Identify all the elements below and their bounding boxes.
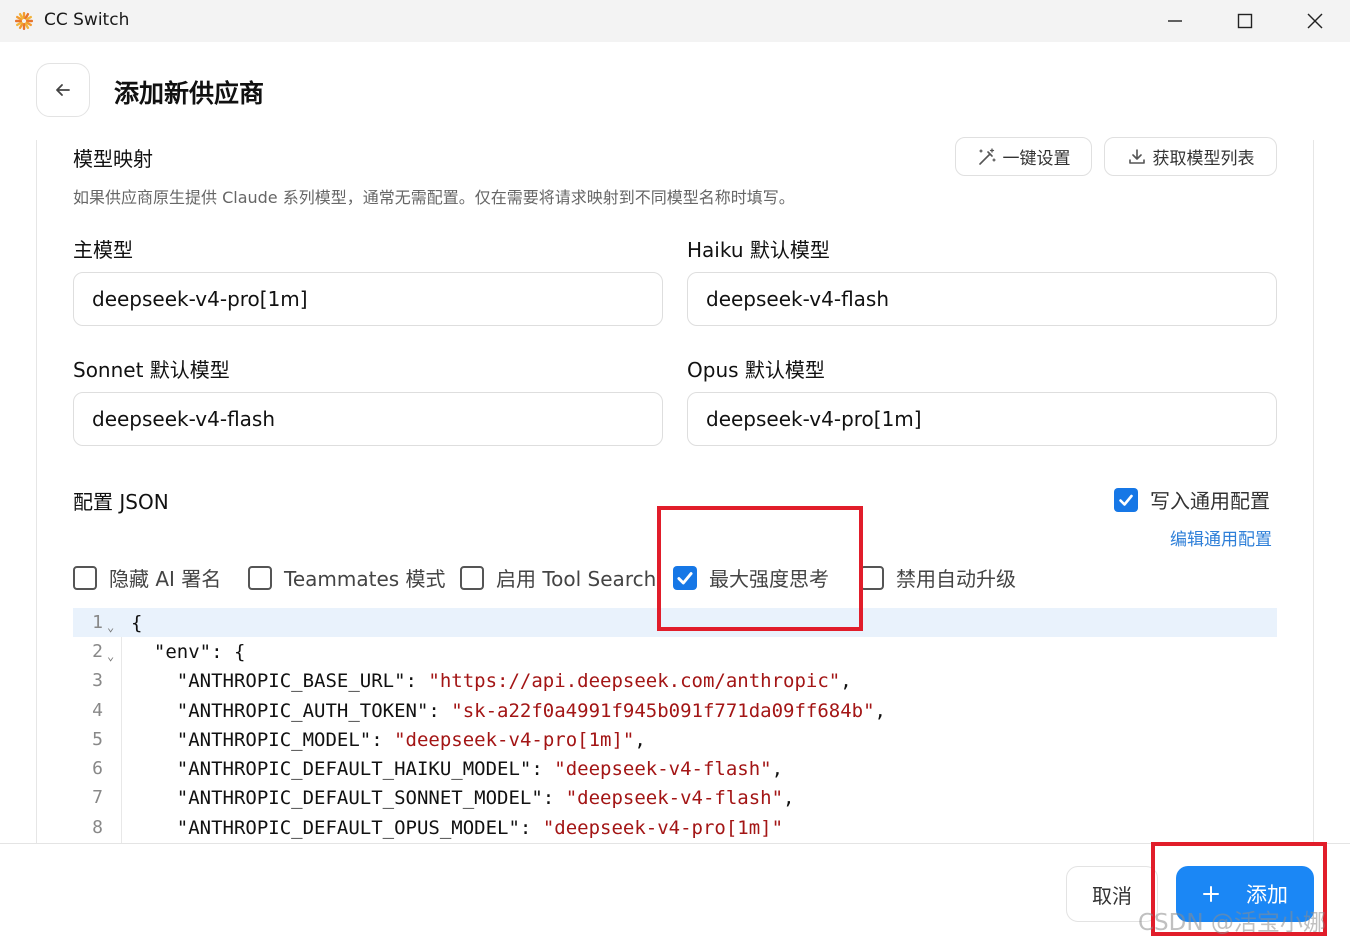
write-common-checkbox[interactable]: [1114, 487, 1138, 512]
code-line: 4 "ANTHROPIC_AUTH_TOKEN": "sk-a22f0a4991…: [73, 696, 1277, 725]
window-titlebar: CC Switch: [0, 0, 1350, 42]
config-json-title: 配置 JSON: [73, 490, 169, 514]
opus-model-input[interactable]: deepseek-v4-pro[1m]: [687, 392, 1277, 446]
code-string: "deepseek-v4-pro[1m]": [542, 816, 784, 839]
back-button[interactable]: [36, 63, 90, 117]
option-checkbox[interactable]: [860, 565, 884, 590]
code-line: 7 "ANTHROPIC_DEFAULT_SONNET_MODEL": "dee…: [73, 783, 1277, 812]
close-icon: [1307, 13, 1323, 29]
code-string: "sk-a22f0a4991f945b091f771da09ff684b": [451, 699, 875, 722]
code-line: 5 "ANTHROPIC_MODEL": "deepseek-v4-pro[1m…: [73, 725, 1277, 754]
line-number: 3: [92, 670, 103, 691]
close-button[interactable]: [1280, 0, 1350, 42]
code-key: "ANTHROPIC_MODEL":: [131, 728, 395, 751]
option-teammates-mode[interactable]: Teammates 模式: [248, 563, 446, 592]
code-punct: ,: [840, 669, 852, 692]
code-key: "ANTHROPIC_AUTH_TOKEN":: [131, 699, 452, 722]
highlight-box-max-thinking: [657, 506, 863, 631]
option-label: 隐藏 AI 署名: [109, 567, 222, 591]
check-icon: [1119, 494, 1133, 506]
code-line: 6 "ANTHROPIC_DEFAULT_HAIKU_MODEL": "deep…: [73, 754, 1277, 783]
window-title: CC Switch: [44, 10, 130, 30]
main-model-input[interactable]: deepseek-v4-pro[1m]: [73, 272, 663, 326]
code-key: {: [131, 611, 143, 634]
page-title: 添加新供应商: [114, 79, 265, 108]
minimize-button[interactable]: [1140, 0, 1210, 42]
line-number: 7: [92, 787, 103, 808]
option-label: Teammates 模式: [284, 567, 446, 591]
oneclick-setup-button[interactable]: 一键设置: [955, 137, 1092, 176]
option-label: 启用 Tool Search: [496, 567, 657, 591]
haiku-model-input[interactable]: deepseek-v4-flash: [687, 272, 1277, 326]
option-disable-auto-upgrade[interactable]: 禁用自动升级: [860, 563, 1016, 592]
code-line: 8 "ANTHROPIC_DEFAULT_OPUS_MODEL": "deeps…: [73, 813, 1277, 842]
json-code-editor[interactable]: 1 ⌄ { 2 ⌄ "env": { 3 "ANTHROPIC_BASE_URL…: [73, 608, 1277, 843]
line-number: 4: [92, 700, 103, 721]
sonnet-model-label: Sonnet 默认模型: [73, 358, 230, 382]
line-number: 6: [92, 758, 103, 779]
fold-chevron-icon[interactable]: ⌄: [103, 612, 121, 634]
line-number: 1: [92, 612, 103, 633]
magic-wand-icon: [978, 147, 996, 165]
page-header: 添加新供应商: [0, 42, 1350, 140]
code-punct: ,: [874, 699, 886, 722]
fetch-model-list-label: 获取模型列表: [1152, 149, 1255, 169]
fold-chevron-icon[interactable]: ⌄: [103, 641, 121, 663]
code-key: "ANTHROPIC_DEFAULT_OPUS_MODEL":: [131, 816, 543, 839]
option-enable-tool-search[interactable]: 启用 Tool Search: [460, 563, 656, 592]
line-number: 2: [92, 641, 103, 662]
edit-common-config-link[interactable]: 编辑通用配置: [1170, 525, 1272, 550]
code-punct: ,: [783, 786, 795, 809]
model-mapping-description: 如果供应商原生提供 Claude 系列模型，通常无需配置。仅在需要将请求映射到不…: [73, 188, 795, 207]
code-line: 2 ⌄ "env": {: [73, 637, 1277, 666]
code-key: "ANTHROPIC_DEFAULT_SONNET_MODEL":: [131, 786, 566, 809]
code-string: "https://api.deepseek.com/anthropic": [428, 669, 841, 692]
code-key: "ANTHROPIC_DEFAULT_HAIKU_MODEL":: [131, 757, 555, 780]
sonnet-model-input[interactable]: deepseek-v4-flash: [73, 392, 663, 446]
watermark: CSDN @活宝小娜: [1138, 910, 1326, 936]
haiku-model-label: Haiku 默认模型: [687, 238, 830, 262]
oneclick-setup-label: 一键设置: [1002, 149, 1071, 169]
maximize-button[interactable]: [1210, 0, 1280, 42]
maximize-icon: [1237, 13, 1253, 29]
minimize-icon: [1168, 20, 1182, 22]
option-checkbox[interactable]: [73, 565, 97, 590]
opus-model-label: Opus 默认模型: [687, 358, 825, 382]
code-key: "env": {: [131, 640, 246, 663]
line-number: 5: [92, 729, 103, 750]
sunburst-app-icon: [15, 12, 33, 30]
arrow-left-icon: [56, 84, 70, 96]
main-model-label: 主模型: [73, 238, 133, 262]
write-common-label: 写入通用配置: [1150, 489, 1270, 513]
download-icon: [1128, 148, 1145, 164]
option-hide-ai-signature[interactable]: 隐藏 AI 署名: [73, 563, 221, 592]
code-line: 3 "ANTHROPIC_BASE_URL": "https://api.dee…: [73, 666, 1277, 695]
option-checkbox[interactable]: [248, 565, 272, 590]
code-key: "ANTHROPIC_BASE_URL":: [131, 669, 429, 692]
fetch-model-list-button[interactable]: 获取模型列表: [1104, 137, 1277, 176]
write-common-config-toggle[interactable]: 写入通用配置: [1114, 485, 1270, 514]
code-punct: ,: [634, 728, 646, 751]
code-string: "deepseek-v4-pro[1m]": [394, 728, 635, 751]
line-number: 8: [92, 817, 103, 838]
model-mapping-title: 模型映射: [73, 147, 153, 171]
code-string: "deepseek-v4-flash": [554, 757, 772, 780]
option-label: 禁用自动升级: [896, 567, 1016, 591]
option-checkbox[interactable]: [460, 565, 484, 590]
code-punct: ,: [771, 757, 784, 780]
code-string: "deepseek-v4-flash": [565, 786, 784, 809]
